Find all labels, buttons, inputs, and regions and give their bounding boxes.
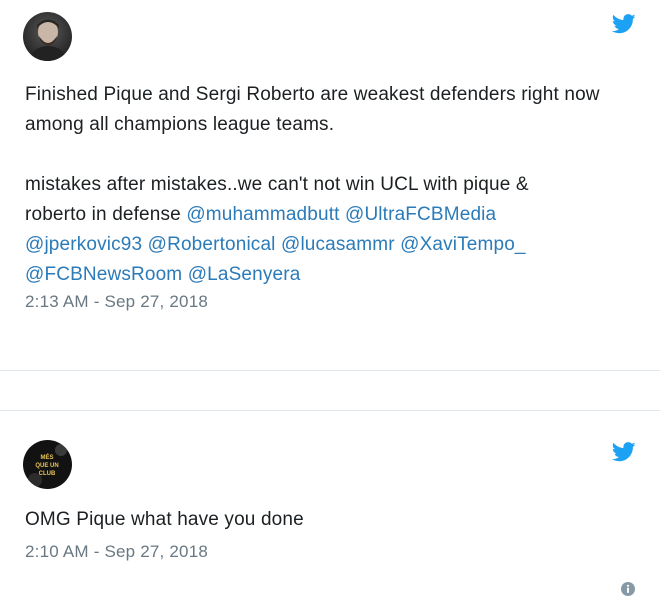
tweet-line: roberto in defense @muhammadbutt @UltraF…: [25, 200, 635, 230]
mention-link[interactable]: @LaSenyera: [188, 264, 301, 285]
twitter-bird-icon[interactable]: [612, 14, 636, 34]
mention-link[interactable]: @Robertonical: [148, 234, 276, 255]
mention-link[interactable]: @UltraFCBMedia: [345, 204, 496, 225]
tweet-card[interactable]: MÉS QUE UN CLUB OMG Pique what have you …: [0, 411, 660, 615]
mention-link[interactable]: @jperkovic93: [25, 234, 142, 255]
twitter-bird-icon[interactable]: [612, 442, 636, 462]
info-icon[interactable]: [621, 582, 635, 596]
tweet-card[interactable]: Finished Pique and Sergi Roberto are wea…: [0, 0, 660, 370]
tweet-line: mistakes after mistakes..we can't not wi…: [25, 174, 529, 195]
user-avatar[interactable]: [23, 12, 72, 61]
tweet-line: @jperkovic93 @Robertonical @lucasammr @X…: [25, 230, 635, 260]
svg-text:QUE UN: QUE UN: [35, 463, 58, 469]
club-avatar-icon: MÉS QUE UN CLUB: [23, 440, 72, 489]
tweet-line: @FCBNewsRoom @LaSenyera: [25, 260, 635, 290]
tweet-text: OMG Pique what have you done: [25, 509, 304, 530]
tweet-paragraph: Finished Pique and Sergi Roberto are wea…: [25, 84, 600, 135]
tweet-line-text: roberto in defense: [25, 204, 181, 225]
avatar-portrait-icon: [23, 12, 72, 61]
mention-link[interactable]: @muhammadbutt: [186, 204, 339, 225]
tweet-text: Finished Pique and Sergi Roberto are wea…: [25, 80, 635, 290]
tweet-feed: Finished Pique and Sergi Roberto are wea…: [0, 0, 660, 615]
mention-link[interactable]: @FCBNewsRoom: [25, 264, 182, 285]
tweet-timestamp[interactable]: 2:10 AM - Sep 27, 2018: [25, 542, 208, 562]
mention-link[interactable]: @XaviTempo_: [400, 234, 526, 255]
user-avatar[interactable]: MÉS QUE UN CLUB: [23, 440, 72, 489]
svg-text:MÉS: MÉS: [40, 453, 53, 461]
svg-text:CLUB: CLUB: [39, 471, 56, 477]
divider: [0, 370, 660, 371]
mention-link[interactable]: @lucasammr: [281, 234, 395, 255]
tweet-timestamp[interactable]: 2:13 AM - Sep 27, 2018: [25, 292, 208, 312]
